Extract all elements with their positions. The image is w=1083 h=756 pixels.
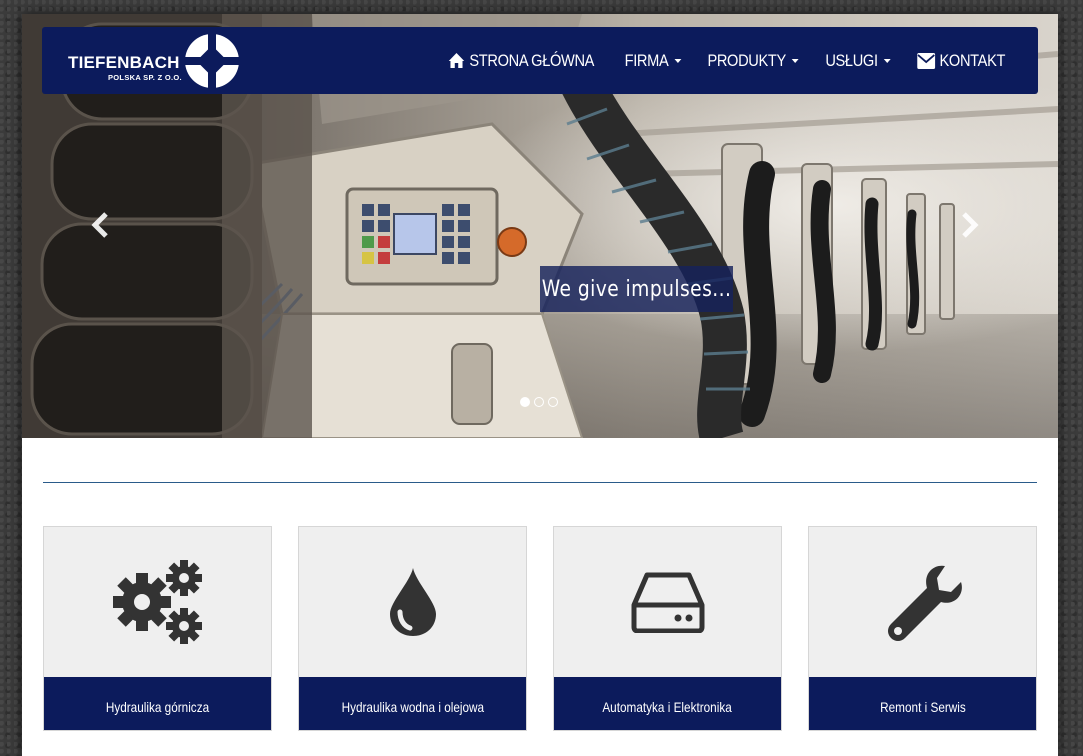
card-label: Remont i Serwis: [879, 698, 966, 715]
card-icon-area: [299, 527, 526, 677]
card-label: Automatyka i Elektronika: [602, 698, 733, 715]
chevron-right-icon: [962, 212, 979, 238]
main-nav: STRONA GŁÓWNA FIRMA PRODUKTY USŁUGI KONT…: [434, 27, 1014, 94]
card-icon-area: [44, 527, 271, 677]
nav-home-label: STRONA GŁÓWNA: [469, 50, 594, 70]
card-label-bar: Hydraulika wodna i olejowa: [299, 677, 526, 730]
service-cards: Hydraulika górnicza Hydraulika wodna i o…: [43, 526, 1037, 731]
tiefenbach-cross-logo-icon: [184, 33, 240, 89]
caret-down-icon: [674, 58, 681, 63]
card-label-bar: Hydraulika górnicza: [44, 677, 271, 730]
section-divider: [43, 482, 1037, 483]
brand-logo[interactable]: TIEFENBACH POLSKA SP. Z O.O.: [68, 33, 268, 89]
card-hydraulika-gornicza[interactable]: Hydraulika górnicza: [43, 526, 272, 731]
nav-produkty-label: PRODUKTY: [707, 50, 786, 70]
gears-icon: [112, 560, 202, 644]
card-automatyka-elektronika[interactable]: Automatyka i Elektronika: [553, 526, 782, 731]
hero-carousel: TIEFENBACH POLSKA SP. Z O.O. STRONA GŁÓW…: [22, 14, 1058, 438]
home-icon: [448, 53, 464, 68]
envelope-icon: [916, 52, 935, 69]
card-icon-area: [809, 527, 1036, 677]
card-icon-area: [554, 527, 781, 677]
card-remont-serwis[interactable]: Remont i Serwis: [808, 526, 1037, 731]
card-label: Hydraulika górnicza: [105, 698, 210, 715]
nav-item-firma[interactable]: FIRMA: [623, 51, 683, 71]
nav-uslugi-label: USŁUGI: [825, 50, 878, 70]
main-navbar: TIEFENBACH POLSKA SP. Z O.O. STRONA GŁÓW…: [42, 27, 1038, 94]
nav-item-home[interactable]: STRONA GŁÓWNA: [446, 51, 596, 71]
nav-kontakt-label: KONTAKT: [939, 50, 1005, 70]
nav-firma-label: FIRMA: [624, 50, 669, 70]
nav-item-uslugi[interactable]: USŁUGI: [823, 51, 892, 71]
carousel-indicator-1[interactable]: [520, 397, 530, 407]
carousel-indicator-3[interactable]: [548, 397, 558, 407]
card-label-bar: Automatyka i Elektronika: [554, 677, 781, 730]
brand-name: TIEFENBACH: [68, 53, 180, 72]
carousel-indicator-2[interactable]: [534, 397, 544, 407]
carousel-prev-button[interactable]: [86, 210, 116, 240]
brand-subtitle: POLSKA SP. Z O.O.: [108, 73, 182, 82]
card-label-bar: Remont i Serwis: [809, 677, 1036, 730]
page: TIEFENBACH POLSKA SP. Z O.O. STRONA GŁÓW…: [22, 14, 1058, 756]
carousel-next-button[interactable]: [954, 210, 984, 240]
nav-item-kontakt[interactable]: KONTAKT: [915, 51, 1006, 71]
card-hydraulika-wodna[interactable]: Hydraulika wodna i olejowa: [298, 526, 527, 731]
hard-drive-icon: [631, 572, 704, 633]
chevron-left-icon: [91, 212, 108, 238]
drop-icon: [389, 568, 436, 636]
carousel-indicators: [520, 397, 558, 407]
caret-down-icon: [883, 58, 891, 63]
carousel-caption-text: We give impulses...: [541, 276, 732, 302]
carousel-caption: We give impulses...: [540, 266, 733, 312]
nav-item-produkty[interactable]: PRODUKTY: [705, 51, 800, 71]
wrench-icon: [887, 565, 962, 641]
card-label: Hydraulika wodna i olejowa: [341, 698, 484, 715]
caret-down-icon: [791, 58, 799, 63]
